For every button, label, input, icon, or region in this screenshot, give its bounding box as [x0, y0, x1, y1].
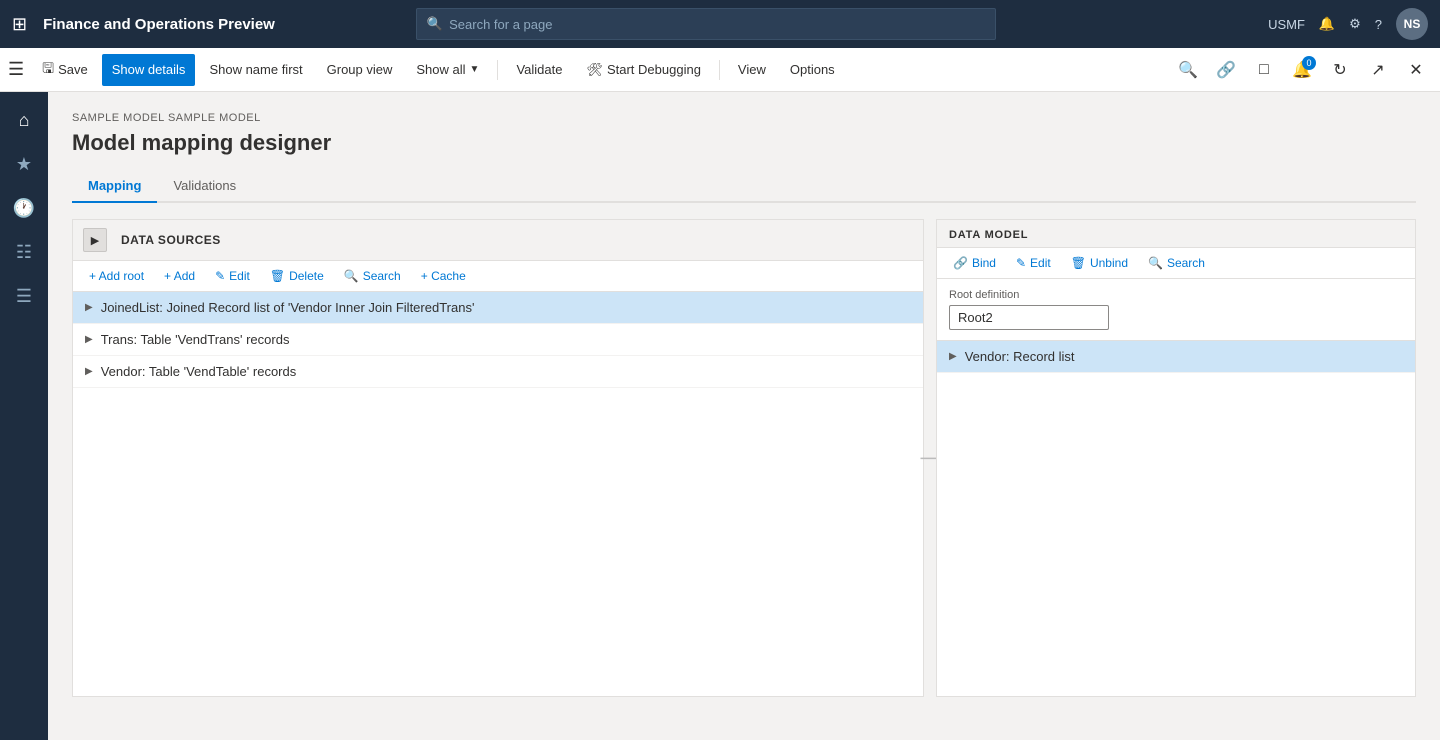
- dm-toolbar: 🔗 Bind ✎ Edit 🗑 Unbind 🔍 Search: [937, 248, 1415, 279]
- chevron-right-icon: ▶: [85, 366, 93, 377]
- tab-bar: Mapping Validations: [72, 172, 1416, 203]
- panel-divider[interactable]: |: [924, 219, 936, 697]
- help-icon[interactable]: ?: [1375, 17, 1382, 32]
- delete-icon: 🗑: [270, 269, 285, 283]
- sidebar-item-recent[interactable]: 🕐: [4, 188, 44, 228]
- split-panel: ▶ DATA SOURCES + Add root + Add ✎ Edit 🗑…: [72, 219, 1416, 697]
- add-button[interactable]: + Add: [158, 267, 201, 285]
- dm-header: DATA MODEL: [937, 220, 1415, 248]
- tab-validations[interactable]: Validations: [157, 172, 252, 203]
- view-button[interactable]: View: [728, 54, 776, 86]
- ds-section-title: DATA SOURCES: [121, 233, 221, 247]
- search-ds-icon: 🔍: [344, 269, 359, 283]
- search-dm-icon: 🔍: [1148, 256, 1163, 270]
- ds-toolbar: + Add root + Add ✎ Edit 🗑 Delete 🔍 Searc…: [73, 261, 923, 292]
- search-dm-button[interactable]: 🔍 Search: [1142, 254, 1211, 272]
- chevron-down-icon: ▼: [470, 64, 480, 75]
- unbind-icon: 🗑: [1071, 256, 1086, 270]
- toggle-panel-button[interactable]: ▶: [83, 228, 107, 252]
- separator-1: [497, 60, 498, 80]
- dm-list: ▶ Vendor: Record list: [937, 341, 1415, 696]
- top-navigation: ⊞ Finance and Operations Preview 🔍 USMF …: [0, 0, 1440, 48]
- grid-icon[interactable]: ⊞: [12, 14, 27, 35]
- chevron-right-icon: ▶: [85, 302, 93, 313]
- dm-section-title: DATA MODEL: [949, 229, 1028, 241]
- options-button[interactable]: Options: [780, 54, 845, 86]
- root-definition-value: Root2: [949, 305, 1109, 330]
- unbind-button[interactable]: 🗑 Unbind: [1065, 254, 1134, 272]
- breadcrumb: SAMPLE MODEL SAMPLE MODEL: [72, 112, 1416, 124]
- bind-icon: 🔗: [953, 256, 968, 270]
- notification-icon[interactable]: 🔔: [1319, 16, 1335, 32]
- tab-mapping[interactable]: Mapping: [72, 172, 157, 203]
- start-debugging-button[interactable]: 🛠 Start Debugging: [576, 54, 710, 86]
- root-definition-label: Root definition: [949, 289, 1403, 301]
- save-button[interactable]: 🖫 Save: [32, 54, 98, 86]
- close-icon[interactable]: ✕: [1400, 54, 1432, 86]
- show-all-button[interactable]: Show all ▼: [406, 54, 489, 86]
- show-details-button[interactable]: Show details: [102, 54, 196, 86]
- list-item[interactable]: ▶ Trans: Table 'VendTrans' records: [73, 324, 923, 356]
- list-item[interactable]: ▶ Vendor: Table 'VendTable' records: [73, 356, 923, 388]
- avatar[interactable]: NS: [1396, 8, 1428, 40]
- chevron-right-icon: ▶: [949, 351, 957, 362]
- data-model-panel: DATA MODEL 🔗 Bind ✎ Edit 🗑 Unbind: [936, 219, 1416, 697]
- main-content: SAMPLE MODEL SAMPLE MODEL Model mapping …: [48, 92, 1440, 740]
- list-item[interactable]: ▶ Vendor: Record list: [937, 341, 1415, 373]
- save-icon: 🖫: [42, 58, 54, 82]
- link-icon[interactable]: 🔗: [1210, 54, 1242, 86]
- delete-ds-button[interactable]: 🗑 Delete: [264, 267, 330, 285]
- edit-dm-button[interactable]: ✎ Edit: [1010, 254, 1057, 272]
- ds-list: ▶ JoinedList: Joined Record list of 'Ven…: [73, 292, 923, 696]
- global-search-box[interactable]: 🔍: [416, 8, 996, 40]
- top-nav-right: USMF 🔔 ⚙ ? NS: [1268, 8, 1428, 40]
- badge-icon[interactable]: 🔔 0: [1286, 54, 1318, 86]
- page-title: Model mapping designer: [72, 130, 1416, 156]
- validate-button[interactable]: Validate: [506, 54, 572, 86]
- sidebar-item-modules[interactable]: ☰: [4, 276, 44, 316]
- add-root-button[interactable]: + Add root: [83, 267, 150, 285]
- hamburger-icon[interactable]: ☰: [8, 59, 24, 80]
- data-sources-panel: ▶ DATA SOURCES + Add root + Add ✎ Edit 🗑…: [72, 219, 924, 697]
- separator-2: [719, 60, 720, 80]
- chevron-right-icon: ▶: [85, 334, 93, 345]
- root-definition-section: Root definition Root2: [937, 279, 1415, 341]
- settings-icon[interactable]: ⚙: [1349, 16, 1361, 32]
- bind-button[interactable]: 🔗 Bind: [947, 254, 1002, 272]
- action-toolbar: ☰ 🖫 Save Show details Show name first Gr…: [0, 48, 1440, 92]
- search-ds-button[interactable]: 🔍 Search: [338, 267, 407, 285]
- sidebar-item-workspaces[interactable]: ☷: [4, 232, 44, 272]
- sidebar-item-home[interactable]: ⌂: [4, 100, 44, 140]
- sidebar-item-favorites[interactable]: ★: [4, 144, 44, 184]
- refresh-icon[interactable]: ↻: [1324, 54, 1356, 86]
- edit-dm-icon: ✎: [1016, 256, 1026, 270]
- debug-icon: 🛠: [586, 62, 603, 78]
- edit-icon: ✎: [215, 269, 225, 283]
- ds-header: ▶ DATA SOURCES: [73, 220, 923, 261]
- sidebar: ⌂ ★ 🕐 ☷ ☰: [0, 92, 48, 740]
- cache-button[interactable]: + Cache: [415, 267, 472, 285]
- main-layout: ⌂ ★ 🕐 ☷ ☰ SAMPLE MODEL SAMPLE MODEL Mode…: [0, 92, 1440, 740]
- edit-ds-button[interactable]: ✎ Edit: [209, 267, 256, 285]
- open-in-new-icon[interactable]: ↗: [1362, 54, 1394, 86]
- app-title: Finance and Operations Preview: [43, 16, 275, 33]
- expand-view-icon[interactable]: □: [1248, 54, 1280, 86]
- search-toolbar-icon[interactable]: 🔍: [1172, 54, 1204, 86]
- user-label[interactable]: USMF: [1268, 17, 1305, 32]
- search-icon: 🔍: [427, 16, 443, 32]
- show-name-first-button[interactable]: Show name first: [199, 54, 312, 86]
- list-item[interactable]: ▶ JoinedList: Joined Record list of 'Ven…: [73, 292, 923, 324]
- group-view-button[interactable]: Group view: [317, 54, 403, 86]
- search-input[interactable]: [449, 17, 985, 32]
